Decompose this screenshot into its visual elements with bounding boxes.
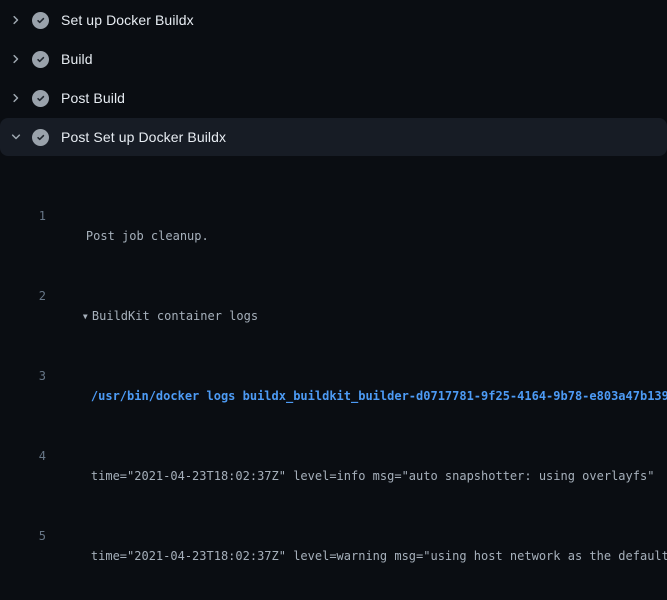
check-circle-icon [32,51,49,68]
chevron-down-icon [9,130,23,144]
step-header-build[interactable]: Build [0,40,667,78]
chevron-right-icon [10,53,22,65]
chevron-right-icon [10,92,22,104]
log-line: 1Post job cleanup. [0,206,667,226]
log-text: BuildKit container logs [92,309,258,323]
log-text: time="2021-04-23T18:02:37Z" level=info m… [91,469,655,483]
chevron-right-icon [9,13,23,27]
chevron-right-icon [10,14,22,26]
check-circle-icon [32,129,49,146]
group-toggle-icon[interactable]: ▼ [83,307,92,327]
log-command-text: /usr/bin/docker logs buildx_buildkit_bui… [91,389,667,403]
line-number[interactable]: 5 [0,526,46,546]
step-header-set-up-docker-buildx[interactable]: Set up Docker Buildx [0,1,667,39]
log-text: time="2021-04-23T18:02:37Z" level=warnin… [91,549,667,563]
step-title: Post Set up Docker Buildx [61,129,226,145]
chevron-right-icon [9,52,23,66]
step-title: Set up Docker Buildx [61,12,194,28]
step-title: Post Build [61,90,125,106]
step-title: Build [61,51,93,67]
log-line: 3/usr/bin/docker logs buildx_buildkit_bu… [0,366,667,386]
step-header-post-build[interactable]: Post Build [0,79,667,117]
log-line: 2▼BuildKit container logs [0,286,667,306]
line-number[interactable]: 4 [0,446,46,466]
step-header-post-set-up-docker-buildx[interactable]: Post Set up Docker Buildx [0,118,667,156]
chevron-down-icon [10,131,22,143]
line-number[interactable]: 1 [0,206,46,226]
line-number[interactable]: 3 [0,366,46,386]
check-circle-icon [32,90,49,107]
log-line: 4time="2021-04-23T18:02:37Z" level=info … [0,446,667,466]
check-circle-icon [32,12,49,29]
chevron-right-icon [9,91,23,105]
log-area: 1Post job cleanup. 2▼BuildKit container … [0,157,667,600]
log-line: 5time="2021-04-23T18:02:37Z" level=warni… [0,526,667,546]
job-log-viewer: Set up Docker Buildx Build Post Build Po… [0,0,667,600]
line-number[interactable]: 2 [0,286,46,306]
log-text: Post job cleanup. [86,229,209,243]
steps-list: Set up Docker Buildx Build Post Build Po… [0,1,667,156]
